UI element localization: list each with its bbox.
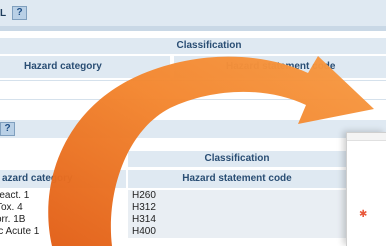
hazard-star-icon: ✱ (359, 209, 368, 220)
table-row: ic Acute 1 H400 (0, 226, 346, 238)
hazard-category-header: Hazard category (0, 56, 170, 78)
classification-header-lower: Classification (128, 151, 346, 167)
hazard-category-header: azard category (0, 170, 126, 188)
table-header-top: Hazard category Hazard statement code (0, 56, 386, 78)
hazard-code-cell: H314 (128, 214, 346, 226)
divider (0, 26, 386, 31)
section-header-lower: ? (0, 120, 386, 138)
classification-header-top: Classification (0, 38, 386, 54)
table-row: react. 1 H260 (0, 190, 346, 202)
hazard-category-cell: orr. 1B (0, 214, 26, 225)
popup-window[interactable]: ✱ (346, 132, 386, 246)
hazard-table-body: react. 1 H260 Tox. 4 H312 orr. 1B H314 i… (0, 190, 346, 238)
hazard-statement-header: Hazard statement code (174, 56, 386, 78)
hazard-statement-header: Hazard statement code (128, 170, 346, 188)
hazard-category-cell: Tox. 4 (0, 202, 23, 213)
classification-label: Classification (176, 40, 242, 51)
hazard-code-cell: H312 (128, 202, 346, 214)
hazard-category-cell: react. 1 (0, 190, 30, 201)
section-header-top: L ? (0, 0, 386, 26)
help-button-top[interactable]: ? (12, 6, 27, 20)
hazard-code-cell: H260 (128, 190, 346, 202)
table-row-empty (0, 80, 386, 100)
popup-titlebar[interactable] (347, 133, 386, 141)
table-row: orr. 1B H314 (0, 214, 346, 226)
hazard-category-cell: ic Acute 1 (0, 226, 40, 237)
section-label: L (0, 8, 7, 19)
hazard-code-cell: H400 (128, 226, 346, 238)
table-row: Tox. 4 H312 (0, 202, 346, 214)
help-button-lower[interactable]: ? (0, 122, 15, 136)
table-header-lower: azard category Hazard statement code (0, 170, 346, 188)
